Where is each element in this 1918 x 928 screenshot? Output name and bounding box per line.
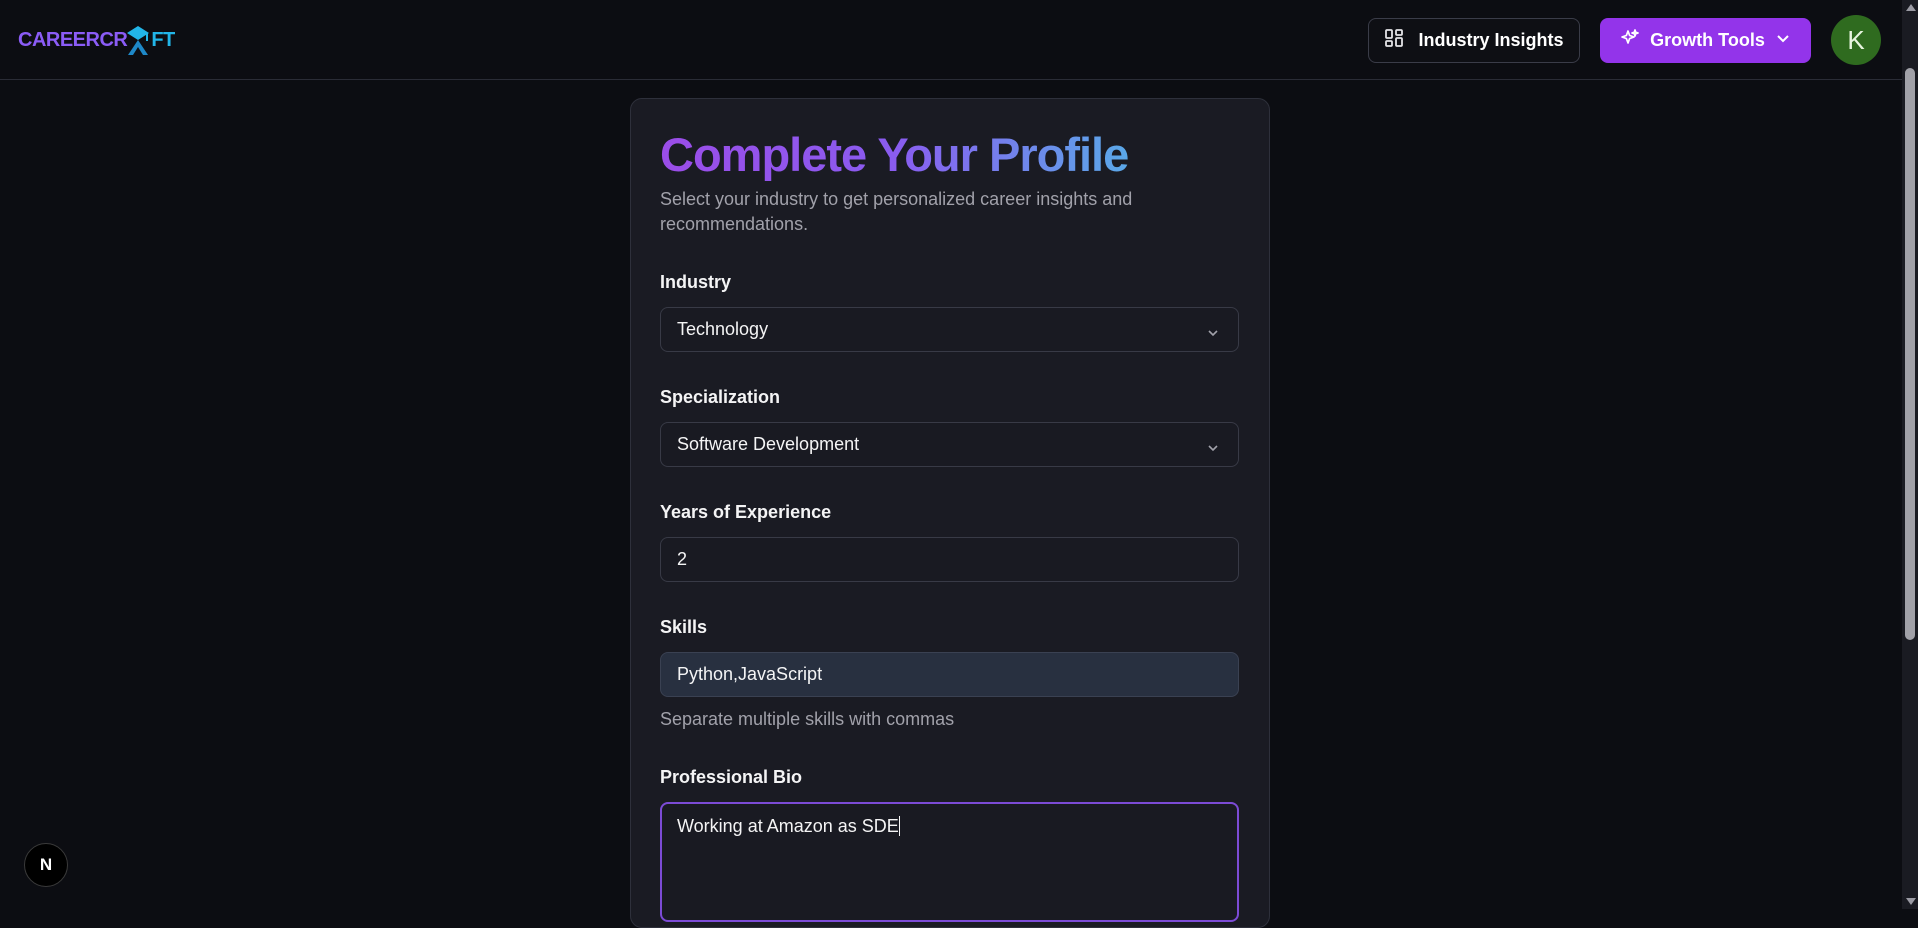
growth-tools-button[interactable]: Growth Tools (1600, 18, 1811, 63)
bio-label: Professional Bio (660, 767, 803, 787)
experience-value: 2 (677, 549, 688, 569)
user-avatar[interactable]: K (1831, 15, 1881, 65)
experience-label: Years of Experience (660, 502, 832, 522)
specialization-value: Software Development (677, 434, 860, 454)
specialization-select[interactable]: Software Development (660, 422, 1239, 467)
top-navbar: CAREERCR FT Industry Insights Growth Too… (0, 0, 1902, 80)
experience-input[interactable]: 2 (660, 537, 1239, 582)
careercraft-logo[interactable]: CAREERCR FT (18, 22, 175, 58)
scrollbar-thumb[interactable] (1905, 68, 1915, 640)
page-title: Complete Your Profile (660, 128, 1129, 181)
industry-select[interactable]: Technology (660, 307, 1239, 352)
scroll-down-arrow-icon[interactable] (1906, 898, 1916, 905)
bio-value: Working at Amazon as SDE (677, 816, 899, 836)
industry-insights-button[interactable]: Industry Insights (1368, 18, 1580, 63)
logo-text-part1: CAREERCR (18, 28, 128, 51)
sparkles-icon (1620, 28, 1640, 53)
skills-value: Python,JavaScript (677, 664, 823, 684)
skills-hint: Separate multiple skills with commas (660, 709, 955, 729)
dev-tools-badge[interactable]: N (24, 843, 68, 887)
dashboard-grid-icon (1384, 28, 1404, 53)
chevron-down-icon (1206, 439, 1220, 460)
industry-insights-label: Industry Insights (1418, 30, 1564, 50)
logo-text-part2: FT (151, 28, 175, 51)
growth-tools-label: Growth Tools (1650, 30, 1765, 50)
text-caret (898, 816, 900, 836)
profile-form-card: Complete Your Profile Select your indust… (630, 98, 1270, 928)
bio-textarea[interactable]: Working at Amazon as SDE (660, 802, 1239, 922)
scroll-up-arrow-icon[interactable] (1906, 4, 1916, 11)
skills-label: Skills (660, 617, 708, 637)
page-scrollbar[interactable] (1902, 0, 1918, 909)
industry-label: Industry (660, 272, 732, 292)
industry-value: Technology (677, 319, 769, 339)
dev-badge-letter: N (40, 855, 52, 874)
specialization-label: Specialization (660, 387, 781, 407)
page-subtitle: Select your industry to get personalized… (660, 189, 1133, 234)
chevron-down-icon (1775, 30, 1791, 51)
graduation-cap-icon (125, 23, 151, 57)
nextjs-icon: N (40, 855, 52, 874)
chevron-down-icon (1206, 324, 1220, 345)
skills-input[interactable]: Python,JavaScript (660, 652, 1239, 697)
